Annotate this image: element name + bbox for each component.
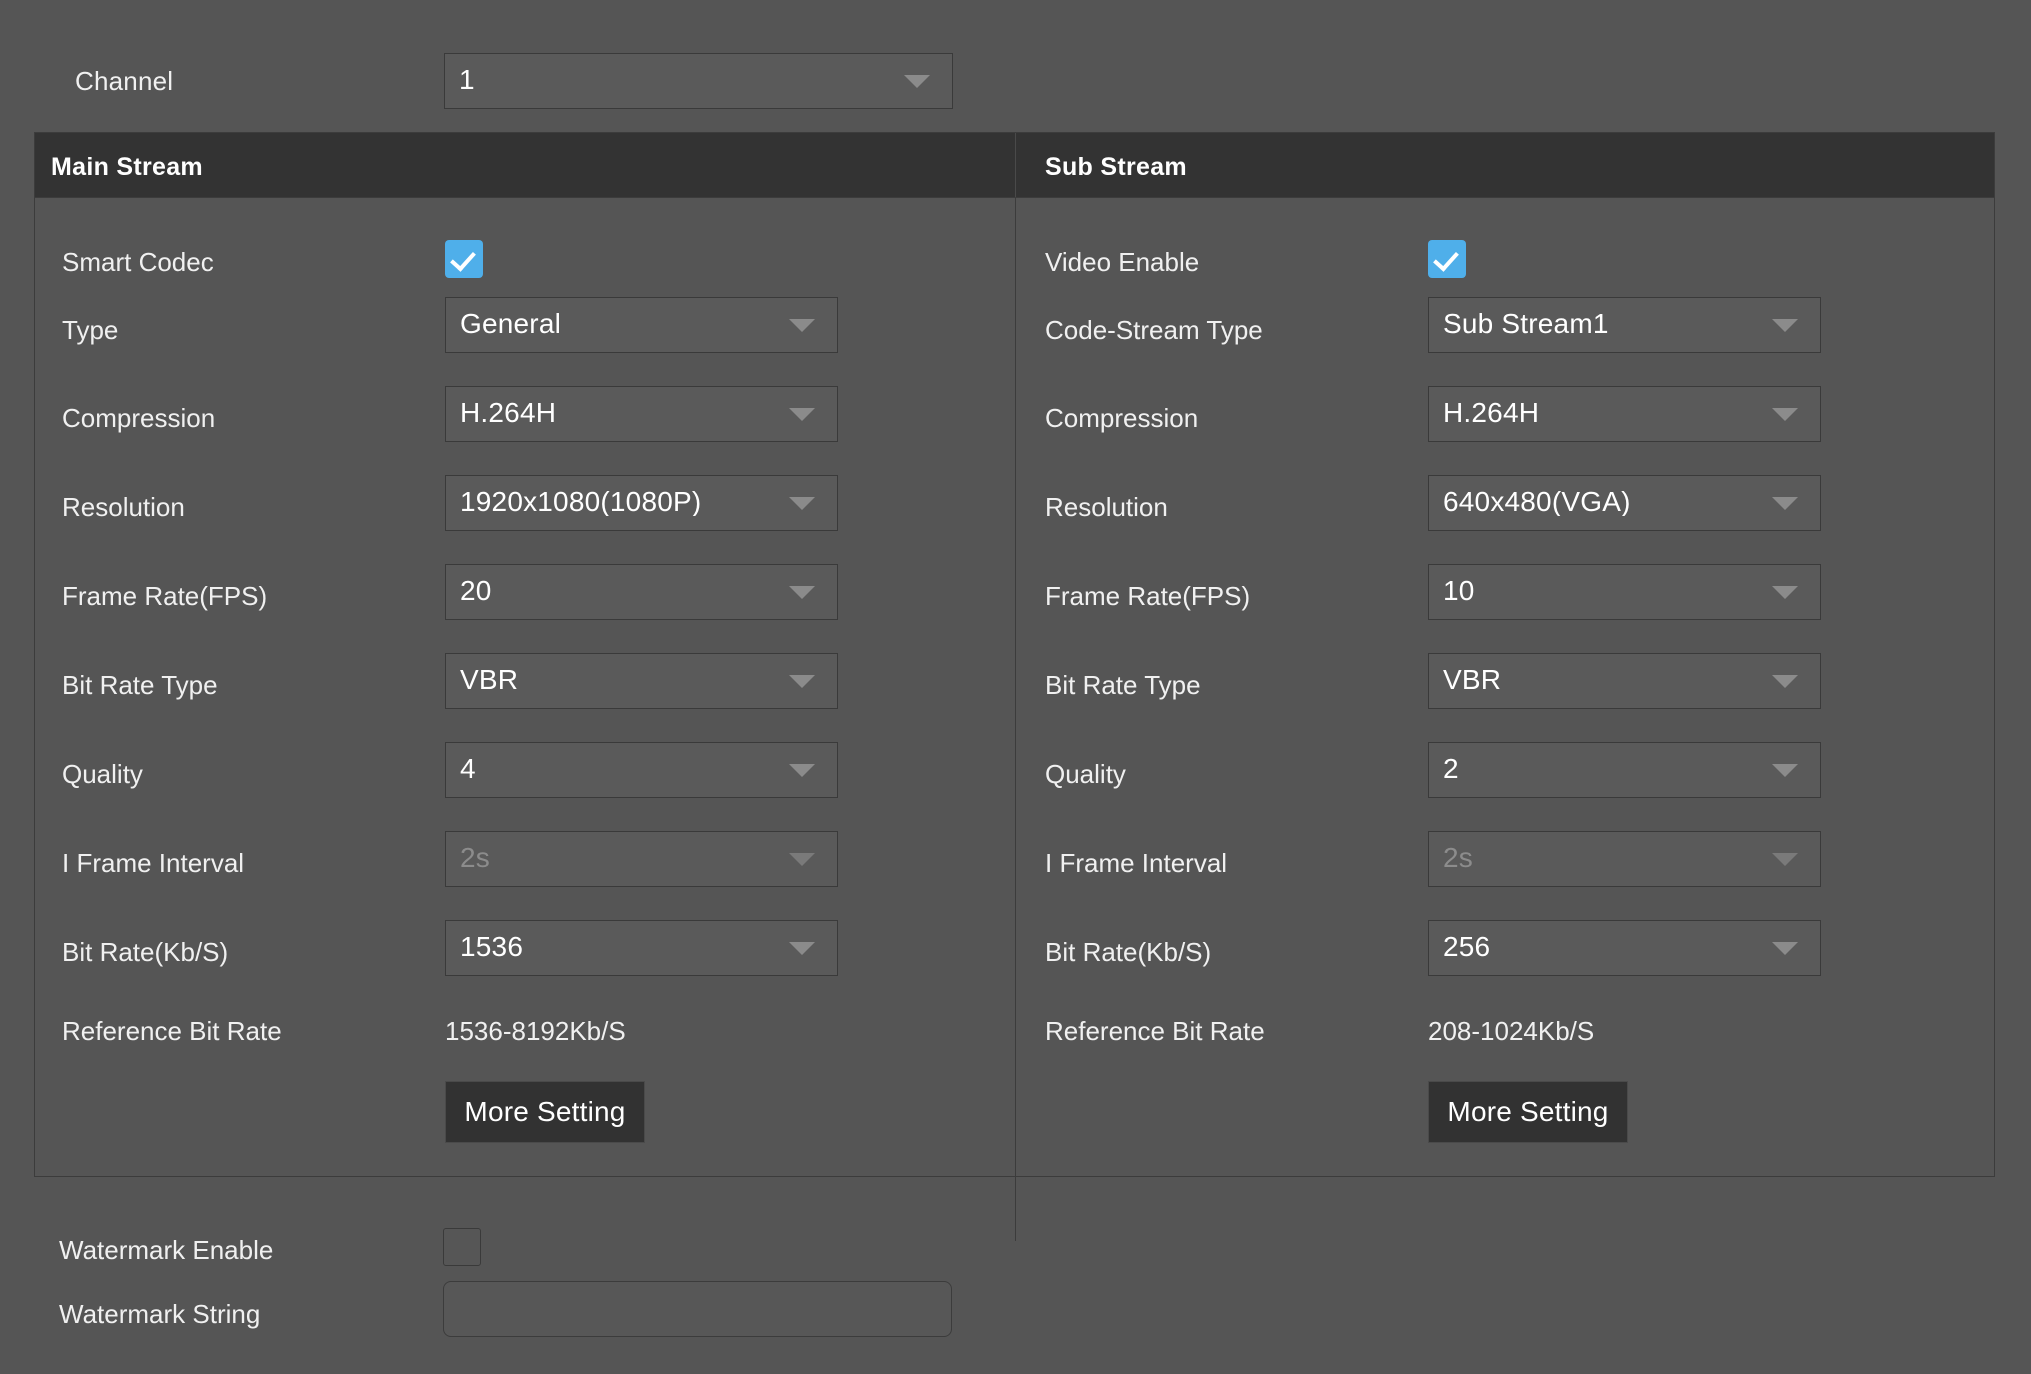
chevron-down-icon [789,852,815,866]
sub-bit-rate-type-value: VBR [1443,666,1502,694]
main-compression-label: Compression [62,403,216,433]
watermark-section: Watermark Enable Watermark String [34,1178,1995,1374]
channel-row: Channel 1 [0,0,2031,130]
chevron-down-icon [1772,318,1798,332]
chevron-down-icon [1772,674,1798,688]
sub-code-stream-type-select[interactable]: Sub Stream1 [1428,297,1821,353]
sub-frame-rate-select[interactable]: 10 [1428,564,1821,620]
main-type-value: General [460,310,562,338]
header-divider [1015,133,1016,197]
main-bit-rate-type-value: VBR [460,666,519,694]
chevron-down-icon [789,941,815,955]
main-frame-rate-label: Frame Rate(FPS) [62,581,268,611]
main-bit-rate-value: 1536 [460,933,524,961]
chevron-down-icon [789,318,815,332]
sub-resolution-select[interactable]: 640x480(VGA) [1428,475,1821,531]
watermark-string-input[interactable] [443,1281,952,1337]
sub-bit-rate-select[interactable]: 256 [1428,920,1821,976]
main-frame-rate-value: 20 [460,577,492,605]
channel-select[interactable]: 1 [444,53,953,109]
channel-select-value: 1 [459,66,475,94]
main-stream-column: Smart Codec Type General Compression H.2… [35,197,1015,1178]
main-quality-select[interactable]: 4 [445,742,838,798]
video-enable-checkbox[interactable] [1428,240,1466,278]
main-bit-rate-type-select[interactable]: VBR [445,653,838,709]
main-reference-bit-rate-label: Reference Bit Rate [62,1016,282,1046]
main-resolution-label: Resolution [62,492,185,522]
sub-resolution-value: 640x480(VGA) [1443,488,1631,516]
chevron-down-icon [789,763,815,777]
sub-i-frame-interval-value: 2s [1443,844,1473,872]
chevron-down-icon [789,407,815,421]
main-reference-bit-rate-value: 1536-8192Kb/S [445,1016,626,1046]
chevron-down-icon [1772,763,1798,777]
channel-label: Channel [75,66,174,96]
sub-stream-column: Video Enable Code-Stream Type Sub Stream… [1016,197,1995,1178]
main-type-label: Type [62,315,119,345]
sub-bit-rate-value: 256 [1443,933,1491,961]
smart-codec-label: Smart Codec [62,247,214,277]
sub-i-frame-interval-label: I Frame Interval [1045,848,1228,878]
watermark-string-label: Watermark String [59,1299,261,1329]
video-enable-label: Video Enable [1045,247,1200,277]
sub-resolution-label: Resolution [1045,492,1168,522]
watermark-enable-checkbox[interactable] [443,1228,481,1266]
chevron-down-icon [1772,407,1798,421]
main-quality-label: Quality [62,759,143,789]
sub-quality-select[interactable]: 2 [1428,742,1821,798]
smart-codec-checkbox[interactable] [445,240,483,278]
main-resolution-select[interactable]: 1920x1080(1080P) [445,475,838,531]
chevron-down-icon [789,674,815,688]
sub-reference-bit-rate-label: Reference Bit Rate [1045,1016,1265,1046]
sub-compression-label: Compression [1045,403,1199,433]
sub-bit-rate-type-label: Bit Rate Type [1045,670,1201,700]
chevron-down-icon [789,496,815,510]
chevron-down-icon [1772,496,1798,510]
panel-header: Main Stream Sub Stream [35,133,1994,198]
chevron-down-icon [1772,852,1798,866]
main-bit-rate-type-label: Bit Rate Type [62,670,218,700]
chevron-down-icon [904,74,930,88]
sub-code-stream-type-value: Sub Stream1 [1443,310,1609,338]
watermark-enable-label: Watermark Enable [59,1235,274,1265]
sub-bit-rate-label: Bit Rate(Kb/S) [1045,937,1212,967]
main-i-frame-interval-label: I Frame Interval [62,848,245,878]
main-stream-title: Main Stream [51,153,203,181]
sub-quality-label: Quality [1045,759,1126,789]
chevron-down-icon [1772,585,1798,599]
main-i-frame-interval-select: 2s [445,831,838,887]
sub-stream-title: Sub Stream [1045,153,1187,181]
main-bit-rate-label: Bit Rate(Kb/S) [62,937,229,967]
sub-code-stream-type-label: Code-Stream Type [1045,315,1263,345]
sub-reference-bit-rate-value: 208-1024Kb/S [1428,1016,1595,1046]
main-resolution-value: 1920x1080(1080P) [460,488,702,516]
sub-frame-rate-label: Frame Rate(FPS) [1045,581,1251,611]
sub-compression-value: H.264H [1443,399,1540,427]
sub-quality-value: 2 [1443,755,1459,783]
sub-bit-rate-type-select[interactable]: VBR [1428,653,1821,709]
sub-compression-select[interactable]: H.264H [1428,386,1821,442]
main-compression-select[interactable]: H.264H [445,386,838,442]
main-quality-value: 4 [460,755,476,783]
main-frame-rate-select[interactable]: 20 [445,564,838,620]
stream-settings-panel: Main Stream Sub Stream Smart Codec Type … [34,132,1995,1241]
main-more-setting-button[interactable]: More Setting [445,1081,645,1143]
main-bit-rate-select[interactable]: 1536 [445,920,838,976]
main-compression-value: H.264H [460,399,557,427]
chevron-down-icon [1772,941,1798,955]
sub-i-frame-interval-select: 2s [1428,831,1821,887]
sub-frame-rate-value: 10 [1443,577,1475,605]
main-type-select[interactable]: General [445,297,838,353]
sub-more-setting-button[interactable]: More Setting [1428,1081,1628,1143]
chevron-down-icon [789,585,815,599]
main-i-frame-interval-value: 2s [460,844,490,872]
